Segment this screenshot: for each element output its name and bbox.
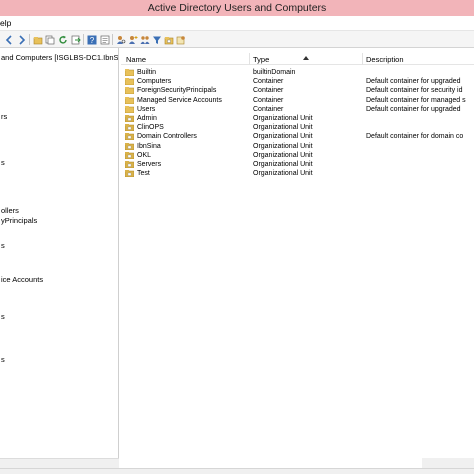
- list-row[interactable]: ForeignSecurityPrincipals Container Defaul…: [121, 86, 474, 95]
- details-pane: Name Type Description Builtin builtinDoma…: [121, 48, 474, 468]
- new-ou-icon[interactable]: [163, 34, 174, 45]
- delegate-icon[interactable]: [175, 34, 185, 45]
- new-user-icon[interactable]: [127, 34, 138, 44]
- list-row[interactable]: Builtin builtinDomain: [121, 68, 474, 77]
- column-header-name[interactable]: Name: [126, 55, 146, 64]
- tree-item[interactable]: s: [1, 312, 5, 321]
- folder-up-icon[interactable]: [32, 34, 43, 45]
- tree-item-domain-controllers[interactable]: ollers: [1, 206, 19, 215]
- list-row[interactable]: ClinOPS Organizational Unit: [121, 123, 474, 132]
- ou-folder-icon: [125, 124, 134, 132]
- row-type: Organizational Unit: [253, 161, 313, 168]
- sort-ascending-icon: [303, 56, 309, 60]
- list-row[interactable]: Managed Service Accounts Container Default…: [121, 96, 474, 105]
- row-description: Default container for upgraded: [366, 105, 461, 113]
- row-name: Domain Controllers: [137, 133, 197, 141]
- container-folder-icon: [125, 78, 134, 86]
- tree-item[interactable]: s: [1, 355, 5, 364]
- container-folder-icon: [125, 87, 134, 95]
- container-folder-icon: [125, 96, 134, 104]
- list-row[interactable]: Test Organizational Unit: [121, 169, 474, 178]
- tree-item-domain[interactable]: and Computers [ISGLBS-DC1.IbnS: [1, 53, 118, 62]
- row-type: Container: [253, 78, 284, 86]
- tree-item[interactable]: s: [1, 241, 5, 250]
- container-folder-icon: [125, 105, 134, 113]
- row-type: builtinDomain: [253, 69, 296, 76]
- back-icon[interactable]: [3, 34, 13, 45]
- list-row[interactable]: Servers Organizational Unit: [121, 160, 474, 169]
- forward-icon[interactable]: [16, 34, 26, 45]
- row-name: Test: [137, 170, 150, 178]
- svg-text:?: ?: [90, 36, 95, 45]
- properties-icon[interactable]: [99, 34, 110, 45]
- list-row[interactable]: OKL Organizational Unit: [121, 151, 474, 160]
- row-type: Organizational Unit: [253, 151, 313, 159]
- new-group-icon[interactable]: [139, 34, 150, 44]
- row-type: Organizational Unit: [253, 142, 313, 150]
- ou-folder-icon: [125, 170, 134, 178]
- list-header: Name Type Description: [121, 53, 474, 65]
- details-scrollbar[interactable]: [422, 458, 474, 468]
- row-name: OKL: [137, 151, 152, 159]
- row-type: Organizational Unit: [253, 170, 313, 178]
- console-tree: and Computers [ISGLBS-DC1.IbnS rs s olle…: [0, 48, 119, 468]
- row-name: Users: [137, 105, 156, 113]
- column-header-description[interactable]: Description: [366, 55, 404, 64]
- find-users-icon[interactable]: [115, 34, 126, 44]
- status-bar: [0, 468, 474, 474]
- list-row[interactable]: Admin Organizational Unit: [121, 114, 474, 123]
- row-name: IbnSina: [137, 142, 161, 150]
- refresh-icon[interactable]: [57, 34, 67, 44]
- export-icon[interactable]: [70, 34, 81, 45]
- row-name: Admin: [137, 115, 157, 122]
- row-type: Organizational Unit: [253, 124, 313, 132]
- column-header-type[interactable]: Type: [253, 55, 269, 64]
- row-name: ClinOPS: [137, 124, 164, 132]
- row-type: Container: [253, 105, 284, 113]
- tree-horizontal-scrollbar[interactable]: [0, 458, 119, 468]
- help-icon[interactable]: ?: [86, 34, 97, 45]
- row-name: Managed Service Accounts: [137, 96, 222, 104]
- tree-item[interactable]: s: [1, 158, 5, 167]
- row-name: ForeignSecurityPrincipals: [137, 87, 217, 95]
- row-description: Default container for managed s: [366, 96, 466, 104]
- row-name: Computers: [137, 78, 172, 86]
- title-bar: Active Directory Users and Computers: [0, 0, 474, 16]
- menu-bar: elp: [0, 16, 474, 31]
- list-row[interactable]: Domain Controllers Organizational Unit Def…: [121, 132, 474, 141]
- list-row[interactable]: Computers Container Default container for …: [121, 77, 474, 86]
- row-name: Servers: [137, 161, 162, 168]
- tree-item-managed-service-accounts[interactable]: ice Accounts: [1, 275, 43, 284]
- row-type: Container: [253, 96, 284, 104]
- row-name: Builtin: [137, 69, 157, 76]
- ou-folder-icon: [125, 142, 134, 150]
- toolbar: ?: [0, 31, 474, 48]
- row-type: Container: [253, 87, 284, 95]
- row-type: Organizational Unit: [253, 133, 313, 141]
- list-row[interactable]: IbnSina Organizational Unit: [121, 142, 474, 151]
- row-type: Organizational Unit: [253, 115, 313, 122]
- menu-help[interactable]: elp: [0, 18, 11, 28]
- copy-icon[interactable]: [44, 34, 55, 45]
- tree-item-users[interactable]: rs: [1, 112, 7, 121]
- row-description: Default container for domain co: [366, 133, 464, 141]
- ou-folder-icon: [125, 151, 134, 159]
- ou-folder-icon: [125, 115, 134, 122]
- list-row[interactable]: Users Container Default container for upgr…: [121, 105, 474, 114]
- ou-folder-icon: [125, 161, 134, 168]
- ou-folder-icon: [125, 133, 134, 141]
- tree-item-foreign-security-principals[interactable]: yPrincipals: [1, 216, 37, 225]
- window-title: Active Directory Users and Computers: [147, 2, 327, 14]
- row-description: Default container for upgraded: [366, 78, 461, 86]
- filter-icon[interactable]: [151, 34, 161, 44]
- row-description: Default container for security id: [366, 87, 463, 95]
- builtin-folder-icon: [125, 69, 134, 76]
